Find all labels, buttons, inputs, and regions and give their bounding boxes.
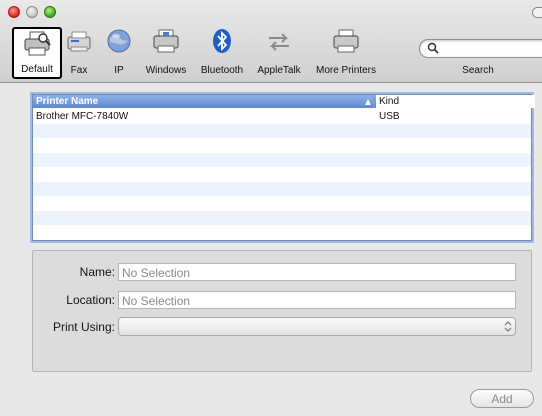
popup-arrows-icon [504, 321, 512, 332]
empty-row [33, 210, 531, 225]
toolbar-ip[interactable]: IP [104, 26, 134, 78]
printer-rows: Brother MFC-7840W USB [33, 109, 531, 240]
more-printers-icon [333, 29, 359, 53]
column-header-printer-name[interactable]: Printer Name [36, 96, 98, 107]
search-icon [427, 42, 439, 54]
printer-kind-cell: USB [379, 111, 400, 122]
minimize-window-button[interactable] [26, 6, 38, 18]
toolbar-appletalk[interactable]: AppleTalk [252, 26, 306, 78]
fax-icon [67, 31, 91, 52]
toolbar-more-printers[interactable]: More Printers [312, 26, 380, 78]
appletalk-icon [269, 33, 289, 51]
print-using-label: Print Using: [52, 320, 115, 334]
empty-row [33, 167, 531, 182]
name-label: Name: [79, 265, 115, 279]
empty-row [33, 181, 531, 196]
default-printer-icon [24, 31, 51, 56]
toolbar-windows[interactable]: Windows [142, 26, 190, 78]
toolbar-fax-label: Fax [70, 65, 88, 76]
zoom-window-button[interactable] [44, 6, 56, 18]
toolbar-bluetooth[interactable]: Bluetooth [197, 26, 247, 78]
column-header-kind[interactable]: Kind [376, 95, 535, 108]
empty-row [33, 225, 531, 240]
toolbar-windows-label: Windows [145, 65, 187, 76]
toolbar-appletalk-label: AppleTalk [257, 65, 301, 76]
sort-ascending-icon [365, 99, 371, 105]
column-divider [373, 95, 374, 108]
name-field[interactable]: No Selection [118, 263, 516, 281]
empty-row [33, 196, 531, 211]
toolbar-default[interactable]: Default [12, 27, 62, 79]
toolbar-ip-label: IP [114, 65, 124, 76]
toolbar-bluetooth-label: Bluetooth [200, 65, 244, 76]
table-row[interactable]: Brother MFC-7840W USB [33, 109, 531, 124]
windows-printer-icon [153, 29, 179, 53]
empty-row [33, 152, 531, 167]
location-label: Location: [66, 293, 115, 307]
location-field[interactable]: No Selection [118, 291, 516, 309]
printer-details-panel: Name: No Selection Location: No Selectio… [32, 250, 532, 372]
print-using-popup[interactable] [118, 317, 516, 336]
toolbar-fax[interactable]: Fax [64, 26, 94, 78]
toolbar-more-printers-label: More Printers [315, 65, 376, 76]
search-field[interactable] [419, 39, 542, 58]
close-window-button[interactable] [8, 6, 20, 18]
list-header: Printer Name Kind [33, 95, 535, 108]
globe-icon [107, 29, 131, 53]
add-button[interactable]: Add [470, 389, 534, 408]
add-printer-window: Default Fax IP Windows Bluetooth AppleTa… [0, 0, 542, 416]
empty-row [33, 138, 531, 153]
search-label: Search [462, 65, 494, 76]
bluetooth-icon [213, 29, 231, 53]
toolbar-default-label: Default [21, 64, 53, 75]
empty-row [33, 123, 531, 138]
printer-list[interactable]: Printer Name Kind Brother MFC-7840W USB [32, 94, 535, 241]
toolbar-toggle-button[interactable] [532, 7, 542, 18]
toolbar: Default Fax IP Windows Bluetooth AppleTa… [0, 0, 542, 83]
printer-name-cell: Brother MFC-7840W [36, 111, 129, 122]
